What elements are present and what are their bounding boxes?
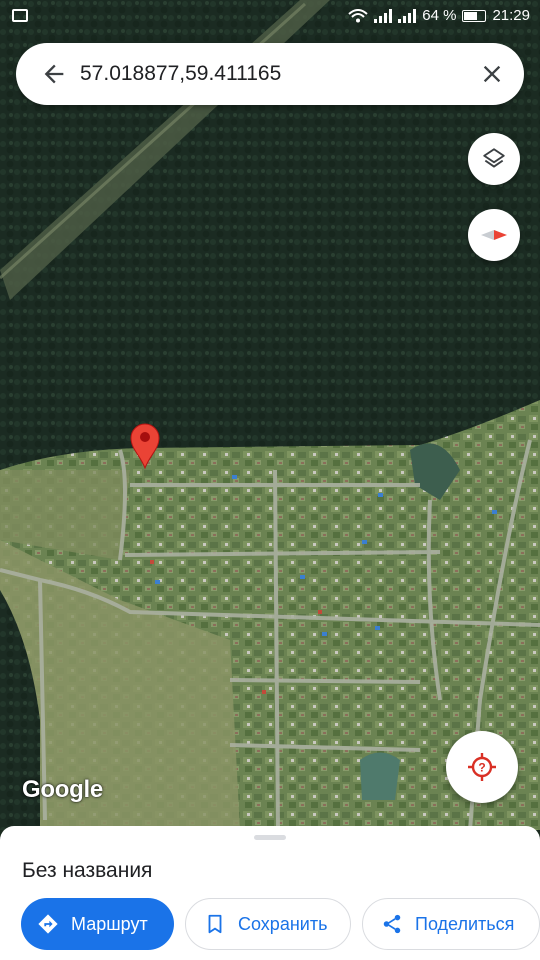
drag-handle[interactable]: [254, 835, 286, 840]
place-sheet[interactable]: Без названия Маршрут Сохранить Поделитьс…: [0, 826, 540, 960]
signal-icon-1: [374, 8, 393, 23]
signal-icon-2: [398, 8, 417, 23]
search-bar[interactable]: 57.018877,59.411165: [16, 43, 524, 105]
compass-icon: [481, 230, 507, 240]
directions-button[interactable]: Маршрут: [21, 898, 174, 950]
google-attribution: Google: [22, 776, 103, 803]
status-bar: 64 % 21:29: [0, 0, 540, 34]
wifi-icon: [348, 8, 368, 22]
search-query[interactable]: 57.018877,59.411165: [80, 62, 281, 86]
share-button[interactable]: Поделиться: [362, 898, 540, 950]
directions-label: Маршрут: [71, 913, 148, 934]
share-icon: [383, 914, 401, 934]
compass-button[interactable]: [468, 209, 520, 261]
directions-icon: [38, 914, 58, 934]
place-title: Без названия: [22, 859, 153, 882]
save-button[interactable]: Сохранить: [185, 898, 351, 950]
gallery-notification-icon: [12, 9, 28, 22]
clock: 21:29: [492, 7, 530, 24]
bookmark-icon: [208, 914, 222, 934]
back-arrow-icon[interactable]: [40, 60, 68, 88]
satellite-map[interactable]: [0, 0, 540, 830]
map-imagery: [0, 0, 540, 830]
layers-button[interactable]: [468, 133, 520, 185]
my-location-button[interactable]: ?: [446, 731, 518, 803]
save-label: Сохранить: [238, 913, 328, 934]
svg-text:?: ?: [478, 761, 485, 775]
share-label: Поделиться: [415, 913, 515, 934]
location-crosshair-icon: ?: [468, 753, 496, 781]
battery-percent: 64 %: [422, 7, 457, 24]
clear-icon[interactable]: [478, 60, 506, 88]
battery-icon: [462, 9, 487, 22]
layers-icon: [483, 148, 505, 168]
